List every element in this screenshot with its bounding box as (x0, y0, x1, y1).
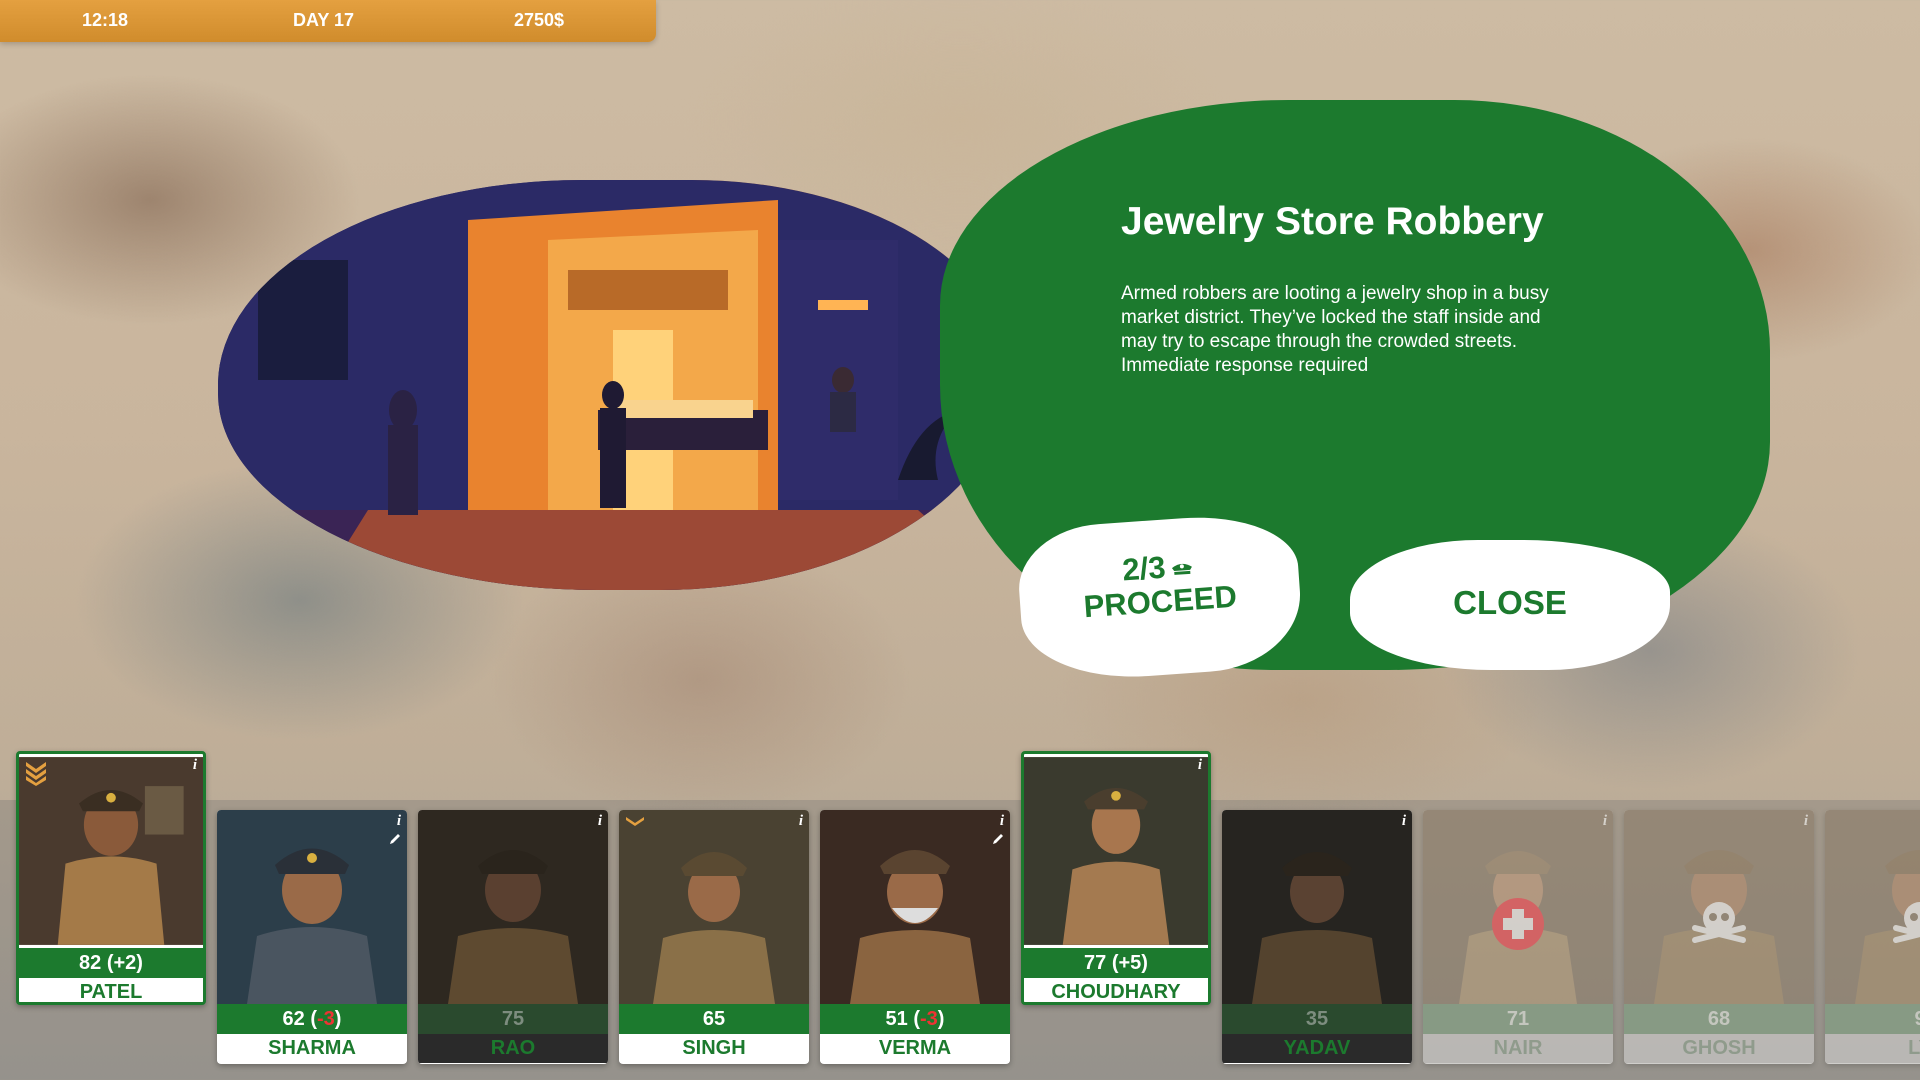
info-icon[interactable]: i (598, 813, 602, 830)
info-icon[interactable]: i (1402, 813, 1406, 830)
officer-name: NAIR (1423, 1034, 1613, 1063)
officer-card-yadav[interactable]: i 35 YADAV (1222, 810, 1412, 1064)
money-balance: 2750$ (514, 10, 565, 30)
officer-stat: 68 (1624, 1004, 1814, 1034)
event-illustration (178, 150, 1038, 620)
injured-medical-icon (1492, 898, 1544, 951)
officer-portrait (1024, 757, 1208, 945)
officer-stat: 65 (619, 1004, 809, 1034)
info-icon[interactable]: i (397, 813, 401, 830)
day-counter: DAY 17 (293, 10, 355, 30)
close-label: CLOSE (1453, 584, 1567, 621)
officer-stat: 9 (1825, 1004, 1920, 1034)
officer-stat: 35 (1222, 1004, 1412, 1034)
pencil-icon (390, 834, 400, 844)
officer-name: RAO (418, 1034, 608, 1063)
officer-name: SHARMA (217, 1034, 407, 1063)
officer-stat: 77 (+5) (1024, 948, 1208, 978)
officer-portrait (619, 810, 809, 1004)
stat-penalty: -3 (317, 1008, 335, 1030)
officer-stat: 51 (-3) (820, 1004, 1010, 1034)
officer-card-rao[interactable]: i 75 RAO (418, 810, 608, 1064)
officer-stat: 62 (-3) (217, 1004, 407, 1034)
jewelry-store-scene-art (218, 180, 1008, 590)
officer-name: LY (1825, 1034, 1920, 1063)
info-icon[interactable]: i (193, 757, 197, 774)
pencil-icon (993, 834, 1003, 844)
officer-stat: 75 (418, 1004, 608, 1034)
skull-crossbones-icon (1893, 902, 1920, 944)
officer-card-choudhary[interactable]: i 77 (+5) CHOUDHARY (1021, 751, 1211, 1005)
officer-portrait (217, 810, 407, 1004)
top-hud-bar: 12:18 DAY 17 2750$ (0, 0, 656, 42)
info-icon[interactable]: i (1198, 757, 1202, 774)
event-description: Armed robbers are looting a jewelry shop… (1121, 283, 1549, 376)
event-title: Jewelry Store Robbery (1121, 200, 1544, 243)
rank-chevrons-icon (26, 762, 46, 786)
officer-name: YADAV (1222, 1034, 1412, 1063)
officer-card-patel[interactable]: i 82 (+2) PATEL (16, 751, 206, 1005)
info-icon[interactable]: i (1804, 813, 1808, 830)
officer-card-nair[interactable]: i 71 NAIR (1423, 810, 1613, 1064)
scene-background (218, 180, 1008, 590)
officer-name: SINGH (619, 1034, 809, 1063)
officer-stat: 71 (1423, 1004, 1613, 1034)
officer-stat: 82 (+2) (19, 948, 203, 978)
info-icon[interactable]: i (1603, 813, 1607, 830)
officer-name: PATEL (19, 978, 203, 1002)
clock-time: 12:18 (82, 10, 129, 30)
officer-card-ly[interactable]: 9 LY (1825, 810, 1920, 1064)
stat-penalty: -3 (920, 1008, 938, 1030)
skull-crossbones-icon (1692, 902, 1746, 944)
info-icon[interactable]: i (799, 813, 803, 830)
officer-card-singh[interactable]: i 65 SINGH (619, 810, 809, 1064)
officer-portrait (1222, 810, 1412, 1004)
officer-name: VERMA (820, 1034, 1010, 1063)
officer-name: GHOSH (1624, 1034, 1814, 1063)
officer-card-sharma[interactable]: i 62 (-3) SHARMA (217, 810, 407, 1064)
info-icon[interactable]: i (1000, 813, 1004, 830)
officer-card-verma[interactable]: i 51 (-3) VERMA (820, 810, 1010, 1064)
police-cap-icon (1171, 563, 1192, 575)
officer-portrait (418, 810, 608, 1004)
rank-chevron-icon (626, 817, 644, 826)
officer-name: CHOUDHARY (1024, 978, 1208, 1002)
officer-card-ghosh[interactable]: i 68 GHOSH (1624, 810, 1814, 1064)
officer-portrait (820, 810, 1010, 1004)
close-button[interactable]: CLOSE (1350, 540, 1670, 670)
